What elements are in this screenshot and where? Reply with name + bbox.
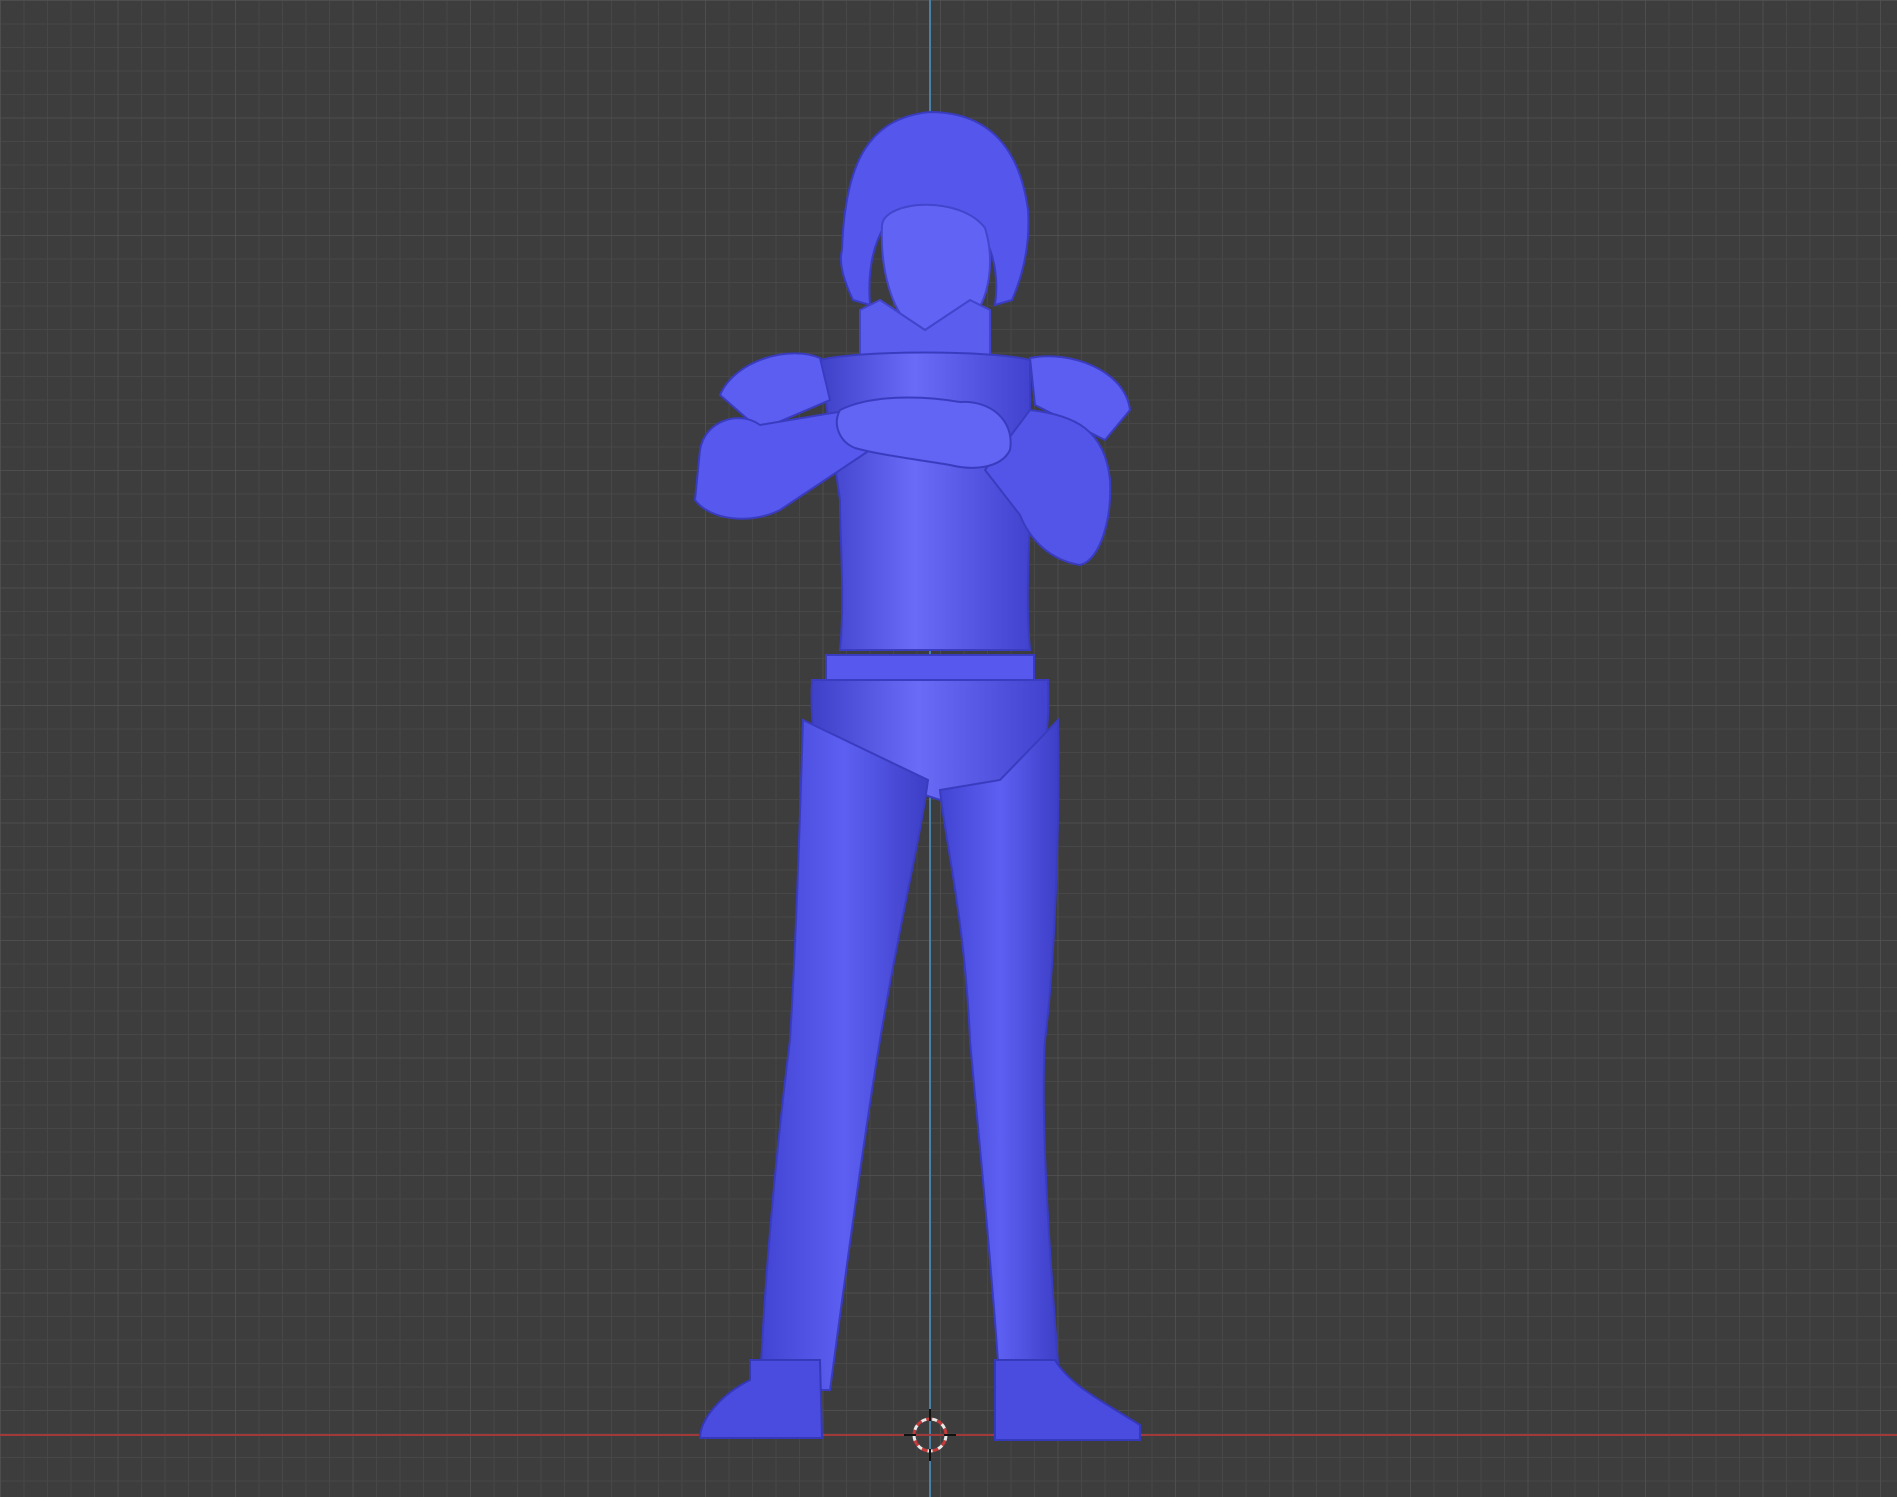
character-model[interactable] [0,0,1897,1497]
model-belt [825,654,1035,681]
model-leg-right [938,717,1062,1391]
model-leg-left [758,718,930,1391]
model-foot-right [994,1359,1141,1441]
3d-viewport[interactable] [0,0,1897,1497]
model-foot-left [698,1359,824,1439]
3d-cursor-icon[interactable] [904,1409,956,1461]
